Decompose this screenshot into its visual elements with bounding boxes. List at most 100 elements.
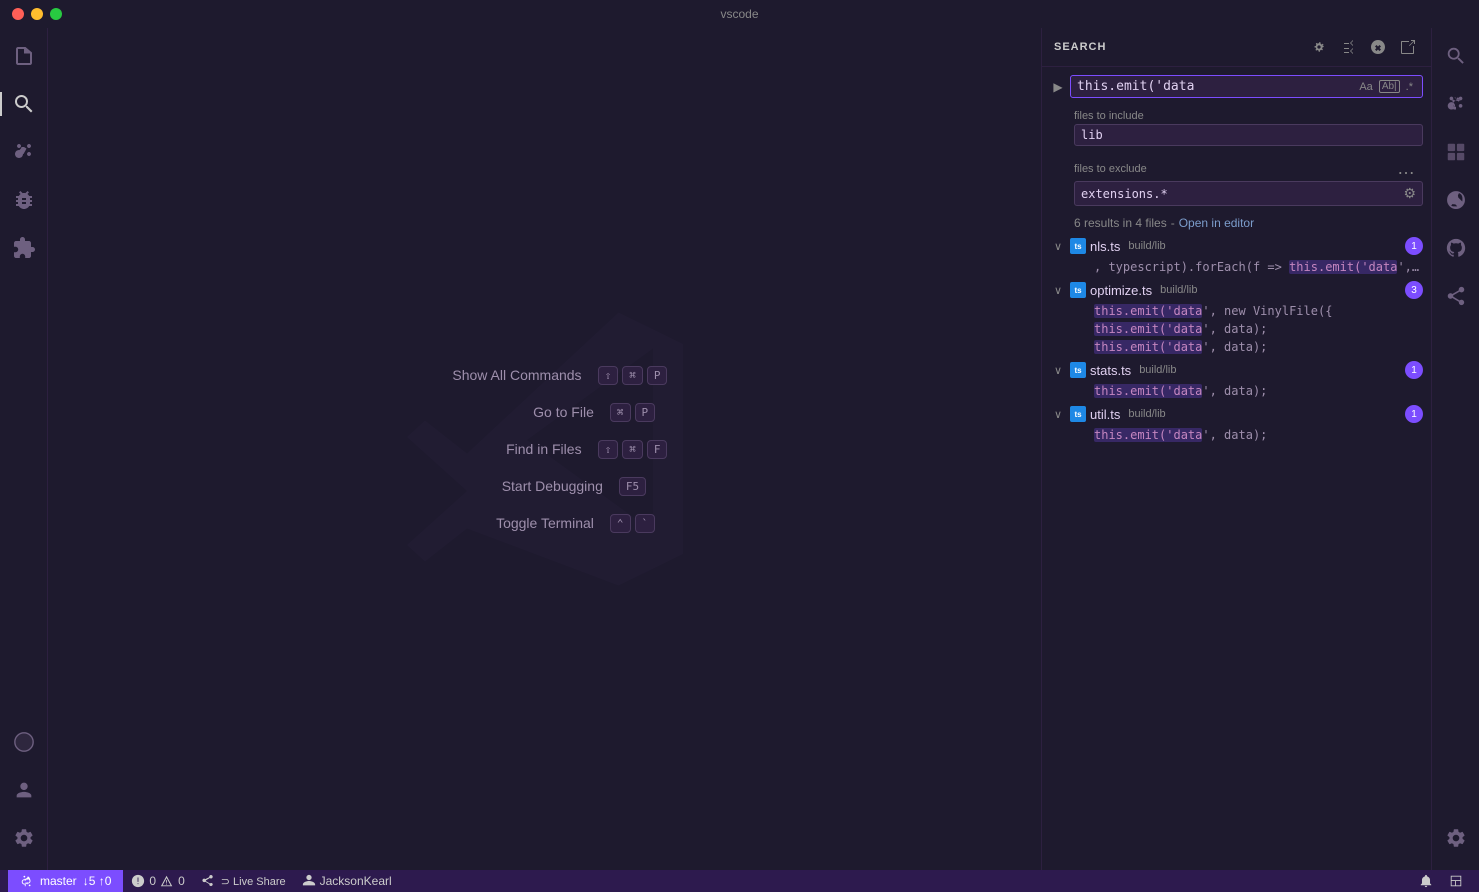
open-in-editor-link[interactable]: Open in editor: [1179, 216, 1254, 230]
key-p: P: [647, 366, 668, 385]
layout-button[interactable]: [1441, 874, 1471, 888]
file-header-util[interactable]: ∨ ts util.ts build/lib 1: [1042, 402, 1431, 426]
key-p2: P: [635, 403, 656, 422]
sidebar-item-source-control[interactable]: [0, 128, 48, 176]
result-line-util-0[interactable]: this.emit('data', data);: [1042, 426, 1431, 444]
key-f5: F5: [619, 477, 646, 496]
right-github-icon[interactable]: [1432, 224, 1479, 272]
live-share-icon: [201, 874, 215, 888]
find-in-files-row: Find in Files ⇧ ⌘ F: [422, 440, 668, 459]
right-source-control-icon[interactable]: [1432, 80, 1479, 128]
file-count-optimize: 3: [1405, 281, 1423, 299]
collapse-util-icon[interactable]: ∨: [1050, 408, 1066, 421]
search-panel-header: SEARCH: [1042, 28, 1431, 67]
files-to-exclude-section: files to exclude … ⚙: [1042, 154, 1431, 210]
toggle-terminal-label: Toggle Terminal: [434, 515, 594, 531]
search-header-icons: [1307, 36, 1419, 58]
file-header-nls[interactable]: ∨ ts nls.ts build/lib 1: [1042, 234, 1431, 258]
sidebar-item-debug[interactable]: [0, 176, 48, 224]
go-to-file-keys: ⌘ P: [610, 403, 655, 422]
file-header-optimize[interactable]: ∨ ts optimize.ts build/lib 3: [1042, 278, 1431, 302]
search-input-wrapper[interactable]: Aa Ab| .*: [1070, 75, 1423, 98]
search-input[interactable]: [1077, 79, 1352, 94]
sidebar-item-search[interactable]: [0, 80, 48, 128]
live-share-label: ⊃ Live Share: [221, 875, 286, 888]
notifications-button[interactable]: [1411, 874, 1441, 888]
key-cmd2: ⌘: [610, 403, 631, 422]
traffic-lights: [12, 8, 62, 20]
editor-area: Show All Commands ⇧ ⌘ P Go to File ⌘ P F…: [48, 28, 1041, 870]
right-extensions-icon[interactable]: [1432, 128, 1479, 176]
fullscreen-button[interactable]: [50, 8, 62, 20]
right-search-icon[interactable]: [1432, 32, 1479, 80]
right-settings-icon[interactable]: [1432, 814, 1479, 862]
warning-icon: [160, 874, 174, 888]
search-input-icons: Aa Ab| .*: [1356, 80, 1416, 94]
file-path-stats: build/lib: [1139, 364, 1176, 376]
file-group-optimize: ∨ ts optimize.ts build/lib 3 this.emit('…: [1042, 278, 1431, 356]
toggle-terminal-keys: ⌃ `: [610, 514, 655, 533]
collapse-nls-icon[interactable]: ∨: [1050, 240, 1066, 253]
bell-icon: [1419, 874, 1433, 888]
result-line-optimize-1[interactable]: this.emit('data', data);: [1042, 320, 1431, 338]
welcome-commands: Show All Commands ⇧ ⌘ P Go to File ⌘ P F…: [422, 366, 668, 533]
result-line-nls-0[interactable]: , typescript).forEach(f => this.emit('da…: [1042, 258, 1431, 276]
account-icon[interactable]: [0, 766, 48, 814]
result-line-optimize-0[interactable]: this.emit('data', new VinylFile({: [1042, 302, 1431, 320]
activity-bar-bottom: [0, 718, 48, 870]
result-line-optimize-2[interactable]: this.emit('data', data);: [1042, 338, 1431, 356]
search-expand-button[interactable]: ▶: [1050, 80, 1066, 94]
main-area: Show All Commands ⇧ ⌘ P Go to File ⌘ P F…: [0, 28, 1479, 870]
right-remote-icon[interactable]: [1432, 176, 1479, 224]
minimize-button[interactable]: [31, 8, 43, 20]
results-separator: -: [1171, 216, 1175, 230]
collapse-all-button[interactable]: [1337, 36, 1359, 58]
errors-warnings-button[interactable]: 0 0: [123, 870, 192, 892]
find-in-files-label: Find in Files: [422, 441, 582, 457]
key-f: F: [647, 440, 668, 459]
find-in-files-keys: ⇧ ⌘ F: [598, 440, 668, 459]
refresh-results-button[interactable]: [1307, 36, 1329, 58]
file-name-util: util.ts: [1090, 407, 1120, 422]
file-name-optimize: optimize.ts: [1090, 283, 1152, 298]
file-header-stats[interactable]: ∨ ts stats.ts build/lib 1: [1042, 358, 1431, 382]
collapse-stats-icon[interactable]: ∨: [1050, 364, 1066, 377]
live-share-button[interactable]: ⊃ Live Share: [193, 870, 294, 892]
warning-count: 0: [178, 874, 185, 888]
go-to-file-label: Go to File: [434, 404, 594, 420]
open-in-editor-button[interactable]: [1397, 36, 1419, 58]
error-count: 0: [149, 874, 156, 888]
right-liveshare-icon[interactable]: [1432, 272, 1479, 320]
show-all-commands-label: Show All Commands: [422, 367, 582, 383]
file-icon-stats: ts: [1070, 362, 1086, 378]
settings-icon[interactable]: [0, 814, 48, 862]
file-path-nls: build/lib: [1128, 240, 1165, 252]
status-bar: master ↓5 ↑0 0 0 ⊃ Live Share JacksonKea…: [0, 870, 1479, 892]
sidebar-item-extensions[interactable]: [0, 224, 48, 272]
key-shift: ⇧: [598, 366, 619, 385]
files-to-exclude-input[interactable]: [1081, 187, 1399, 201]
sidebar-item-explorer[interactable]: [0, 32, 48, 80]
file-path-util: build/lib: [1128, 408, 1165, 420]
key-shift2: ⇧: [598, 440, 619, 459]
file-path-optimize: build/lib: [1160, 284, 1197, 296]
file-count-stats: 1: [1405, 361, 1423, 379]
collapse-optimize-icon[interactable]: ∨: [1050, 284, 1066, 297]
match-whole-word-button[interactable]: Ab|: [1379, 80, 1400, 93]
files-to-include-input-wrapper[interactable]: [1074, 124, 1423, 146]
file-icon-nls: ts: [1070, 238, 1086, 254]
key-backtick: `: [635, 514, 656, 533]
result-line-stats-0[interactable]: this.emit('data', data);: [1042, 382, 1431, 400]
status-error-button[interactable]: master ↓5 ↑0: [8, 870, 123, 892]
file-name-stats: stats.ts: [1090, 363, 1131, 378]
remote-explorer-icon[interactable]: [0, 718, 48, 766]
use-exclude-settings-button[interactable]: ⚙: [1403, 185, 1416, 202]
use-regex-button[interactable]: .*: [1403, 80, 1416, 94]
user-account-button[interactable]: JacksonKearl: [294, 870, 400, 892]
clear-search-button[interactable]: [1367, 36, 1389, 58]
match-case-button[interactable]: Aa: [1356, 80, 1375, 94]
files-to-include-input[interactable]: [1081, 128, 1416, 142]
close-button[interactable]: [12, 8, 24, 20]
files-to-exclude-input-wrapper[interactable]: ⚙: [1074, 181, 1423, 206]
key-ctrl: ⌃: [610, 514, 631, 533]
